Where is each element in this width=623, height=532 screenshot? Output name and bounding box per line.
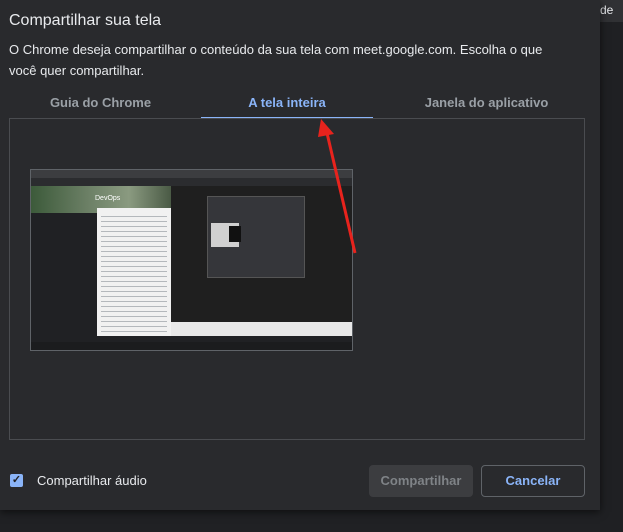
preview-taskbar [31,342,352,350]
preview-page-title: DevOps [95,195,121,202]
tab-chrome-tab[interactable]: Guia do Chrome [0,88,201,119]
share-button[interactable]: Compartilhar [369,465,473,497]
preview-address-bar [31,178,352,186]
cancel-button[interactable]: Cancelar [481,465,585,497]
dialog-description: O Chrome deseja compartilhar o conteúdo … [9,42,543,78]
preview-page-content [97,208,173,336]
background-window-right [600,0,623,532]
share-screen-dialog: Compartilhar sua tela O Chrome deseja co… [0,0,600,510]
background-window-bottom [0,510,600,532]
background-text: de [600,3,614,17]
preview-tab-strip [31,170,352,178]
preview-bottom-bar [171,322,352,336]
share-audio-label: Compartilhar áudio [37,473,147,488]
tab-entire-screen[interactable]: A tela inteira [201,88,373,119]
tab-bar: Guia do Chrome A tela inteira Janela do … [0,88,600,119]
screen-list-panel: DevOps [9,118,585,440]
screen-preview-thumbnail[interactable]: DevOps [30,169,353,351]
tab-application-window[interactable]: Janela do aplicativo [373,88,600,119]
dialog-title: Compartilhar sua tela [9,12,162,29]
share-audio-checkbox[interactable]: ✓ [10,474,23,487]
